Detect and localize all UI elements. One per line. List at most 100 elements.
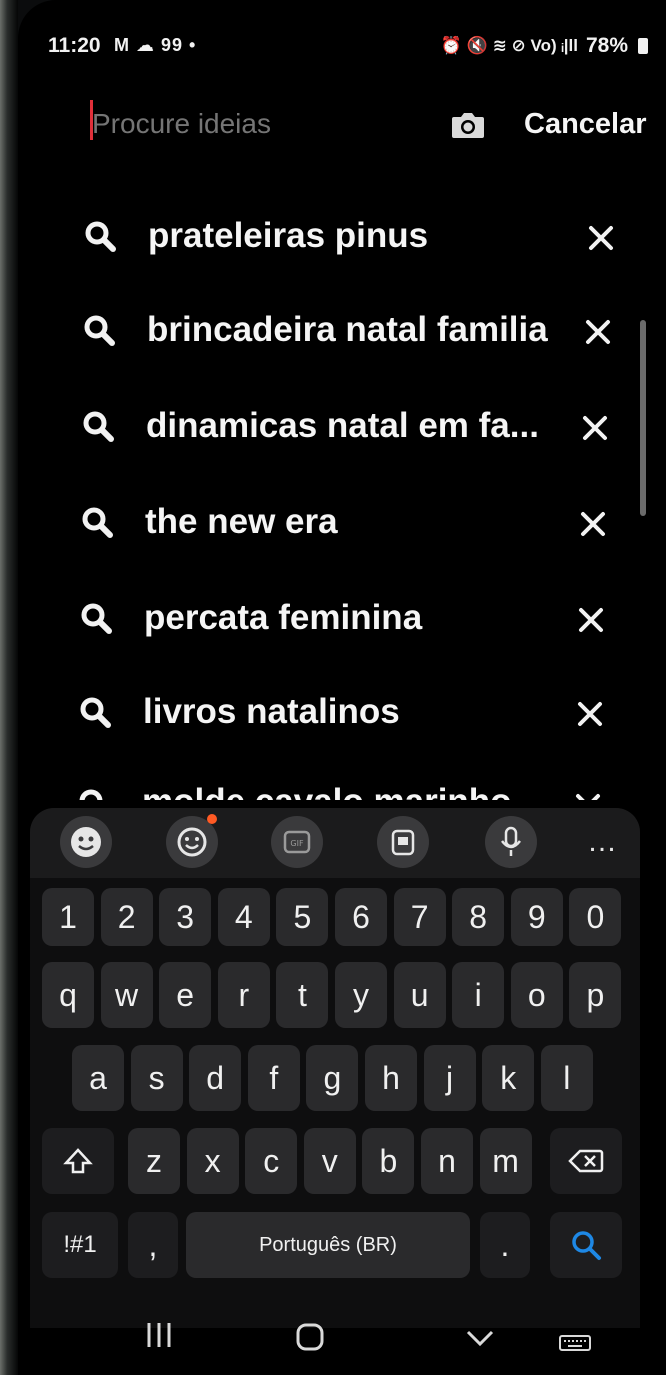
key-m[interactable]: m (479, 1128, 532, 1194)
suggestion-label: prateleiras pinus (148, 216, 429, 255)
gif-icon[interactable]: GIF (271, 816, 323, 868)
remove-icon[interactable] (587, 224, 615, 252)
microphone-icon[interactable] (485, 816, 537, 868)
search-icon (82, 507, 113, 538)
key-6[interactable]: 6 (335, 888, 387, 946)
key-k[interactable]: k (482, 1045, 535, 1111)
list-item[interactable]: brincadeira natal familia (0, 282, 630, 372)
key-w[interactable]: w (100, 962, 153, 1028)
key-f[interactable]: f (247, 1045, 300, 1111)
key-4[interactable]: 4 (217, 888, 270, 946)
suggestion-label: brincadeira natal familia (147, 310, 548, 349)
remove-icon[interactable] (581, 414, 609, 442)
remove-icon[interactable] (579, 510, 607, 538)
remove-icon[interactable] (584, 318, 612, 346)
suggestion-label: percata feminina (144, 598, 423, 637)
search-icon (84, 315, 115, 346)
scrollbar[interactable] (640, 320, 646, 516)
remove-icon[interactable] (574, 792, 602, 800)
search-icon (572, 1231, 601, 1260)
space-key[interactable]: Português (BR) (186, 1212, 470, 1278)
key-y[interactable]: y (335, 962, 387, 1028)
remove-icon[interactable] (577, 606, 605, 634)
suggestion-label: molde cavalo marinho (142, 782, 512, 800)
camera-search-icon[interactable] (450, 110, 486, 140)
key-1[interactable]: 1 (42, 888, 94, 946)
status-system-icons: ⏰ 🔇 ≋ ⊘ Vo) ᵢ|ll (440, 36, 578, 55)
search-key[interactable] (550, 1212, 622, 1278)
key-r[interactable]: r (217, 962, 270, 1028)
key-3[interactable]: 3 (159, 888, 212, 946)
search-icon (83, 411, 114, 442)
key-t[interactable]: t (276, 962, 329, 1028)
back-icon[interactable] (465, 1328, 495, 1348)
list-item[interactable]: dinamicas natal em fa... (0, 378, 630, 468)
clipboard-icon[interactable] (377, 816, 429, 868)
suggestion-label: dinamicas natal em fa... (146, 406, 539, 445)
status-time: 11:20 (48, 34, 101, 57)
key-5[interactable]: 5 (276, 888, 329, 946)
key-c[interactable]: c (245, 1128, 298, 1194)
shift-key[interactable] (42, 1128, 114, 1194)
list-item[interactable]: molde cavalo marinho (0, 758, 630, 800)
keyboard-toolbar: GIF … (30, 808, 640, 878)
status-bar: 11:20 M ☁ 99 • ⏰ 🔇 ≋ ⊘ Vo) ᵢ|ll 78% (48, 34, 648, 68)
svg-text:GIF: GIF (290, 839, 304, 848)
suggestion-label: livros natalinos (143, 692, 400, 731)
key-e[interactable]: e (159, 962, 212, 1028)
key-i[interactable]: i (452, 962, 505, 1028)
battery-level: 78% (585, 34, 628, 57)
key-p[interactable]: p (569, 962, 622, 1028)
search-icon (79, 789, 103, 800)
key-q[interactable]: q (42, 962, 94, 1028)
more-icon[interactable]: … (576, 816, 628, 868)
recent-apps-icon[interactable] (145, 1320, 173, 1350)
key-b[interactable]: b (362, 1128, 415, 1194)
key-g[interactable]: g (306, 1045, 359, 1111)
key-h[interactable]: h (365, 1045, 417, 1111)
cancel-button[interactable]: Cancelar (524, 108, 647, 141)
key-9[interactable]: 9 (510, 888, 563, 946)
list-item[interactable]: percata feminina (0, 570, 630, 660)
key-8[interactable]: 8 (452, 888, 505, 946)
notification-dot (207, 814, 217, 824)
home-icon[interactable] (295, 1322, 325, 1352)
emoji-face-icon[interactable] (60, 816, 112, 868)
suggestion-label: the new era (145, 502, 338, 541)
shift-icon (63, 1148, 93, 1174)
search-icon (85, 221, 116, 252)
key-n[interactable]: n (421, 1128, 473, 1194)
list-item[interactable]: prateleiras pinus (0, 186, 630, 276)
backspace-key[interactable] (550, 1128, 622, 1194)
key-0[interactable]: 0 (569, 888, 622, 946)
symbols-key[interactable]: !#1 (42, 1212, 118, 1278)
list-item[interactable]: livros natalinos (0, 664, 630, 754)
comma-key[interactable]: , (128, 1212, 178, 1278)
key-l[interactable]: l (540, 1045, 593, 1111)
key-a[interactable]: a (72, 1045, 124, 1111)
key-2[interactable]: 2 (100, 888, 153, 946)
key-z[interactable]: z (128, 1128, 180, 1194)
key-j[interactable]: j (423, 1045, 476, 1111)
backspace-icon (568, 1149, 604, 1173)
list-item[interactable]: the new era (0, 474, 630, 564)
keyboard-hide-icon[interactable] (558, 1332, 592, 1354)
key-v[interactable]: v (303, 1128, 356, 1194)
notification-icons: M ☁ 99 • (114, 35, 197, 55)
remove-icon[interactable] (576, 700, 604, 728)
search-icon (81, 603, 112, 634)
battery-icon (638, 38, 648, 54)
key-7[interactable]: 7 (393, 888, 446, 946)
search-icon (80, 697, 111, 728)
period-key[interactable]: . (480, 1212, 530, 1278)
navigation-bar (0, 1300, 648, 1375)
key-s[interactable]: s (130, 1045, 183, 1111)
key-x[interactable]: x (186, 1128, 239, 1194)
search-input[interactable] (90, 98, 424, 150)
key-o[interactable]: o (510, 962, 563, 1028)
recent-searches-list: prateleiras pinus brincadeira natal fami… (0, 180, 648, 800)
text-cursor (90, 100, 93, 140)
key-u[interactable]: u (393, 962, 446, 1028)
key-d[interactable]: d (189, 1045, 242, 1111)
status-right: ⏰ 🔇 ≋ ⊘ Vo) ᵢ|ll 78% (441, 34, 648, 58)
